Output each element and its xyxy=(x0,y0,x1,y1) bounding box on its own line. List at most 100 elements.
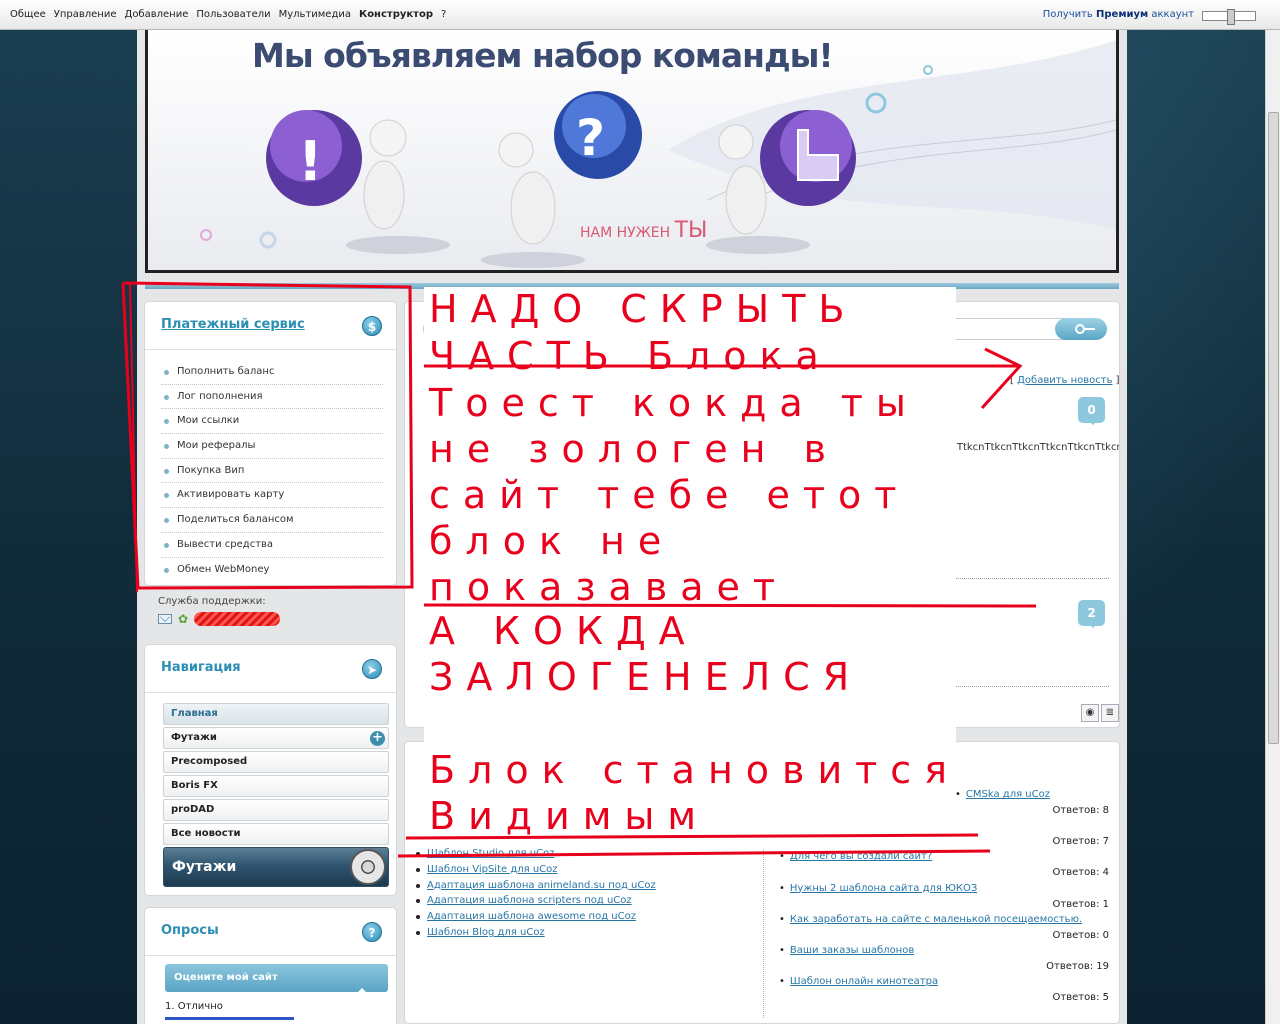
topic-answers: Ответов: 5 xyxy=(1052,992,1110,1004)
expand-plus-icon[interactable]: + xyxy=(370,731,385,746)
annotation-line: Блок становится xyxy=(429,748,961,792)
forum-topic-link[interactable]: Для чего вы создали сайт? xyxy=(779,851,932,862)
annotation-line: ЧАСТЬ Блока xyxy=(429,334,832,378)
menu-general[interactable]: Общее xyxy=(10,9,46,20)
premium-bold: Премиум xyxy=(1096,9,1149,20)
banner-title: Мы объявляем набор команды! xyxy=(252,36,834,75)
topic-answers: Ответов: 0 xyxy=(1052,929,1110,941)
latest-templates-list: Шаблон Studio для uCoz Шаблон VipSite дл… xyxy=(415,846,755,941)
payment-item[interactable]: Покупка Вип xyxy=(161,459,383,484)
cursor-icon: ➤ xyxy=(362,659,382,679)
separator xyxy=(945,578,1109,579)
navigation-panel-header: Навигация ➤ xyxy=(145,645,396,693)
annotation-line: не зологен в xyxy=(429,427,839,471)
vertical-scrollbar[interactable] xyxy=(1265,30,1280,1024)
payment-item[interactable]: Активировать карту xyxy=(161,483,383,509)
scrollbar-thumb[interactable] xyxy=(1268,112,1279,744)
template-link[interactable]: Адаптация шаблона scripters под uCoz xyxy=(415,893,755,909)
nav-item-all-news[interactable]: Все новости xyxy=(163,823,389,845)
annotation-line: Видимым xyxy=(429,794,710,838)
view-mode-toggle: ◉ ≣ xyxy=(1081,704,1119,722)
dollar-icon: $ xyxy=(362,316,382,336)
add-news-suffix: ] xyxy=(1112,375,1120,386)
list-view-icon[interactable]: ≣ xyxy=(1101,704,1119,722)
annotation-line: блок не xyxy=(429,519,675,563)
footage-feature-label: Футажи xyxy=(172,859,237,875)
topic-answers: Ответов: 19 xyxy=(1046,960,1109,972)
forum-topic-row: Как заработать на сайте с маленькой посе… xyxy=(779,913,1109,944)
template-link[interactable]: Шаблон Blog для uCoz xyxy=(415,925,755,941)
menu-users[interactable]: Пользователи xyxy=(196,9,270,20)
template-link[interactable]: Адаптация шаблона animeland.su под uCoz xyxy=(415,878,755,894)
forum-topic-link[interactable]: Как заработать на сайте с маленькой посе… xyxy=(779,914,1082,925)
footage-feature-button[interactable]: Футажи xyxy=(163,847,389,887)
news-body-text: cnTtkcnTtkcnTtkcnTtkcnTtkcnTtkcnTt xyxy=(945,442,1120,453)
menu-add[interactable]: Добавление xyxy=(125,9,189,20)
svg-text:?: ? xyxy=(576,109,605,167)
nav-item-borisfx[interactable]: Boris FX xyxy=(163,775,389,797)
forum-topic-link[interactable]: Нужны 2 шаблона сайта для ЮКОЗ xyxy=(779,883,977,894)
annotation-line: А КОКДА xyxy=(429,609,698,653)
payment-item[interactable]: Вывести средства xyxy=(161,533,383,558)
icq-flower-icon[interactable]: ✿ xyxy=(178,612,188,626)
payment-menu: Пополнить баланс Лог пополнения Мои ссыл… xyxy=(161,360,383,582)
premium-link[interactable]: Получить Премиум аккаунт xyxy=(1043,9,1194,20)
forum-topic-row: Ваши заказы шаблонов Ответов: 19 xyxy=(779,944,1109,975)
redacted-scribble xyxy=(194,612,281,626)
payment-item[interactable]: Обмен WebMoney xyxy=(161,558,383,583)
forum-topic-link[interactable]: Шаблон онлайн кинотеатра xyxy=(779,976,938,987)
annotation-line: ЗАЛОГЕНЕЛСЯ xyxy=(429,655,863,699)
comment-count-badge[interactable]: 2 xyxy=(1078,600,1105,628)
eye-icon[interactable]: ◉ xyxy=(1081,704,1099,722)
nav-item-footage[interactable]: Футажи + xyxy=(163,727,389,749)
support-label: Служба поддержки: xyxy=(158,596,266,607)
payment-item[interactable]: Лог пополнения xyxy=(161,385,383,410)
add-news-link[interactable]: Добавить новость xyxy=(1017,375,1112,386)
premium-prefix: Получить xyxy=(1042,9,1097,20)
poll-option: 1. Отлично xyxy=(165,1001,223,1012)
banner-sub-small: НАМ НУЖЕН xyxy=(580,225,675,241)
support-contacts: ✿ xyxy=(158,612,281,626)
poll-question: Оцените мой сайт xyxy=(165,964,388,993)
template-link[interactable]: Шаблон VipSite для uCoz xyxy=(415,862,755,878)
menu-constructor[interactable]: Конструктор xyxy=(359,9,433,20)
topic-answers: Ответов: 4 xyxy=(1052,867,1110,879)
nav-item-precomposed[interactable]: Precomposed xyxy=(163,751,389,773)
payment-panel-header: Платежный сервис $ xyxy=(145,302,396,350)
payment-item[interactable]: Пополнить баланс xyxy=(161,360,383,385)
nav-item-home[interactable]: Главная xyxy=(163,703,389,725)
header-banner: ! ? Мы объявляем набор команды! НАМ НУЖЕ… xyxy=(145,30,1119,273)
mail-icon[interactable] xyxy=(158,614,172,624)
payment-panel: Платежный сервис $ Пополнить баланс Лог … xyxy=(144,301,397,586)
template-link[interactable]: Адаптация шаблона awesome под uCoz xyxy=(415,909,755,925)
menu-management[interactable]: Управление xyxy=(54,9,117,20)
payment-panel-title[interactable]: Платежный сервис xyxy=(161,317,305,332)
template-link[interactable]: Шаблон Studio для uCoz xyxy=(415,846,755,862)
annotation-line: сайт тебе етот xyxy=(429,473,910,517)
svg-text:!: ! xyxy=(298,130,323,193)
menu-multimedia[interactable]: Мультимедиа xyxy=(279,9,351,20)
topic-answers: Ответов: 1 xyxy=(1052,898,1110,910)
add-news-row: [ Добавить новость ] xyxy=(1010,375,1120,386)
payment-item[interactable]: Мои ссылки xyxy=(161,409,383,435)
forum-topic-link[interactable]: Ваши заказы шаблонов xyxy=(779,945,914,956)
polls-panel-title: Опросы xyxy=(161,923,219,938)
payment-item[interactable]: Мои рефералы xyxy=(161,434,383,459)
transparency-slider[interactable] xyxy=(1202,9,1256,25)
navigation-panel-title: Навигация xyxy=(161,660,241,675)
separator xyxy=(945,686,1109,687)
nav-item-prodad[interactable]: proDAD xyxy=(163,799,389,821)
search-button[interactable] xyxy=(1055,318,1107,340)
forum-topic-link[interactable]: CMSka для uCoz xyxy=(955,789,1050,800)
question-icon: ? xyxy=(362,922,382,942)
annotation-line: показавает xyxy=(429,565,789,609)
nav-item-label: Футажи xyxy=(171,732,217,743)
comment-count-badge[interactable]: 0 xyxy=(1078,397,1105,425)
payment-item[interactable]: Поделиться балансом xyxy=(161,508,383,533)
forum-topic-row: Для чего вы создали сайт? Ответов: 4 xyxy=(779,850,1109,881)
topic-answers: Ответов: 7 xyxy=(1052,836,1110,848)
forum-topic-row: Нужны 2 шаблона сайта для ЮКОЗ Ответов: 1 xyxy=(779,882,1109,913)
poll-result-bar xyxy=(165,1017,295,1020)
annotation-line: НАДО СКРЫТЬ xyxy=(429,287,858,331)
menu-help[interactable]: ? xyxy=(441,9,446,20)
